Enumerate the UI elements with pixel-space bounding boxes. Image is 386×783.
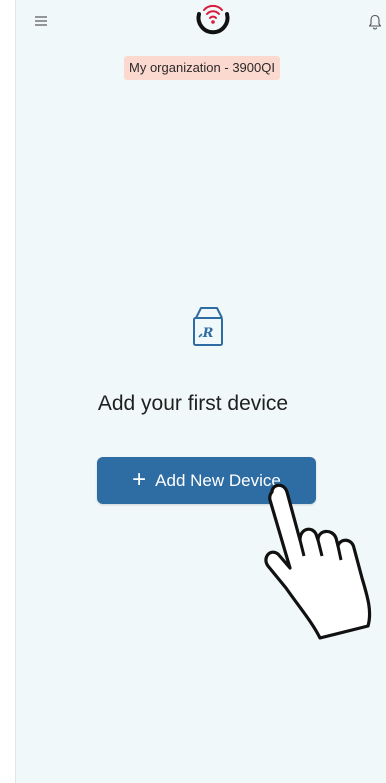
add-new-device-label: Add New Device	[155, 470, 281, 490]
plus-icon: +	[132, 465, 147, 493]
add-new-device-button[interactable]: + Add New Device	[97, 457, 316, 504]
hamburger-menu-icon[interactable]	[34, 14, 48, 28]
wifi-logo-icon	[196, 4, 230, 35]
organization-badge[interactable]: My organization - 3900QI	[124, 56, 280, 80]
svg-text:R: R	[202, 326, 214, 341]
top-app-bar	[16, 0, 386, 50]
bell-icon[interactable]	[368, 14, 382, 30]
device-box-icon: R	[193, 307, 223, 346]
empty-state-title: Add your first device	[97, 392, 289, 415]
